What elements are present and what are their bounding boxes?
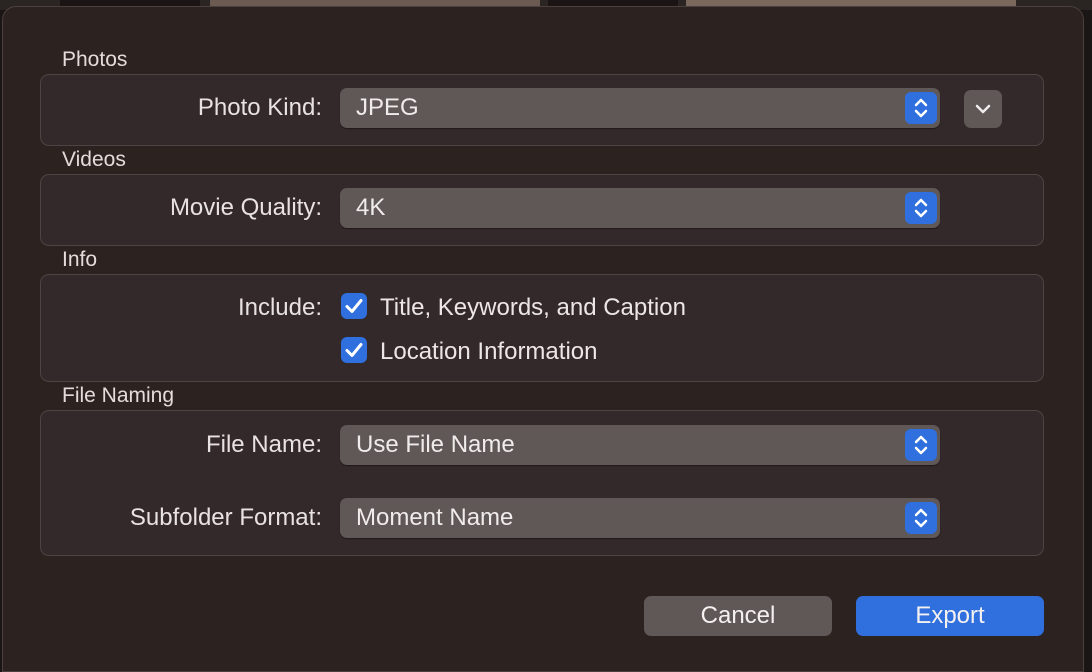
movie-quality-label: Movie Quality: <box>169 194 322 221</box>
chevron-up-down-icon <box>905 502 937 534</box>
photo-kind-value: JPEG <box>356 94 419 121</box>
chevron-up-down-icon <box>905 92 937 124</box>
movie-quality-popup[interactable]: 4K <box>340 188 940 228</box>
photo-kind-popup[interactable]: JPEG <box>340 88 940 128</box>
title-keywords-caption-checkbox[interactable] <box>341 293 367 319</box>
subfolder-format-popup[interactable]: Moment Name <box>340 498 940 538</box>
movie-quality-value: 4K <box>356 194 386 221</box>
chevron-up-down-icon <box>905 192 937 224</box>
section-title-videos: Videos <box>62 148 126 171</box>
chevron-down-icon <box>975 104 991 114</box>
title-keywords-caption-label[interactable]: Title, Keywords, and Caption <box>380 294 686 322</box>
subfolder-format-label: Subfolder Format: <box>129 504 322 531</box>
checkmark-icon <box>345 343 363 357</box>
chevron-up-down-icon <box>905 429 937 461</box>
section-title-file-naming: File Naming <box>62 384 175 407</box>
checkmark-icon <box>345 299 363 313</box>
location-information-label[interactable]: Location Information <box>380 338 597 366</box>
photo-kind-label: Photo Kind: <box>197 94 322 121</box>
include-label: Include: <box>237 294 322 321</box>
cancel-button[interactable]: Cancel <box>644 596 832 636</box>
export-button[interactable]: Export <box>856 596 1044 636</box>
file-name-label: File Name: <box>205 431 322 458</box>
expand-options-button[interactable] <box>964 90 1002 128</box>
subfolder-format-value: Moment Name <box>356 504 514 531</box>
file-name-popup[interactable]: Use File Name <box>340 425 940 465</box>
location-information-checkbox[interactable] <box>341 337 367 363</box>
section-title-info: Info <box>62 248 98 271</box>
file-name-value: Use File Name <box>356 431 515 458</box>
section-title-photos: Photos <box>62 48 128 71</box>
